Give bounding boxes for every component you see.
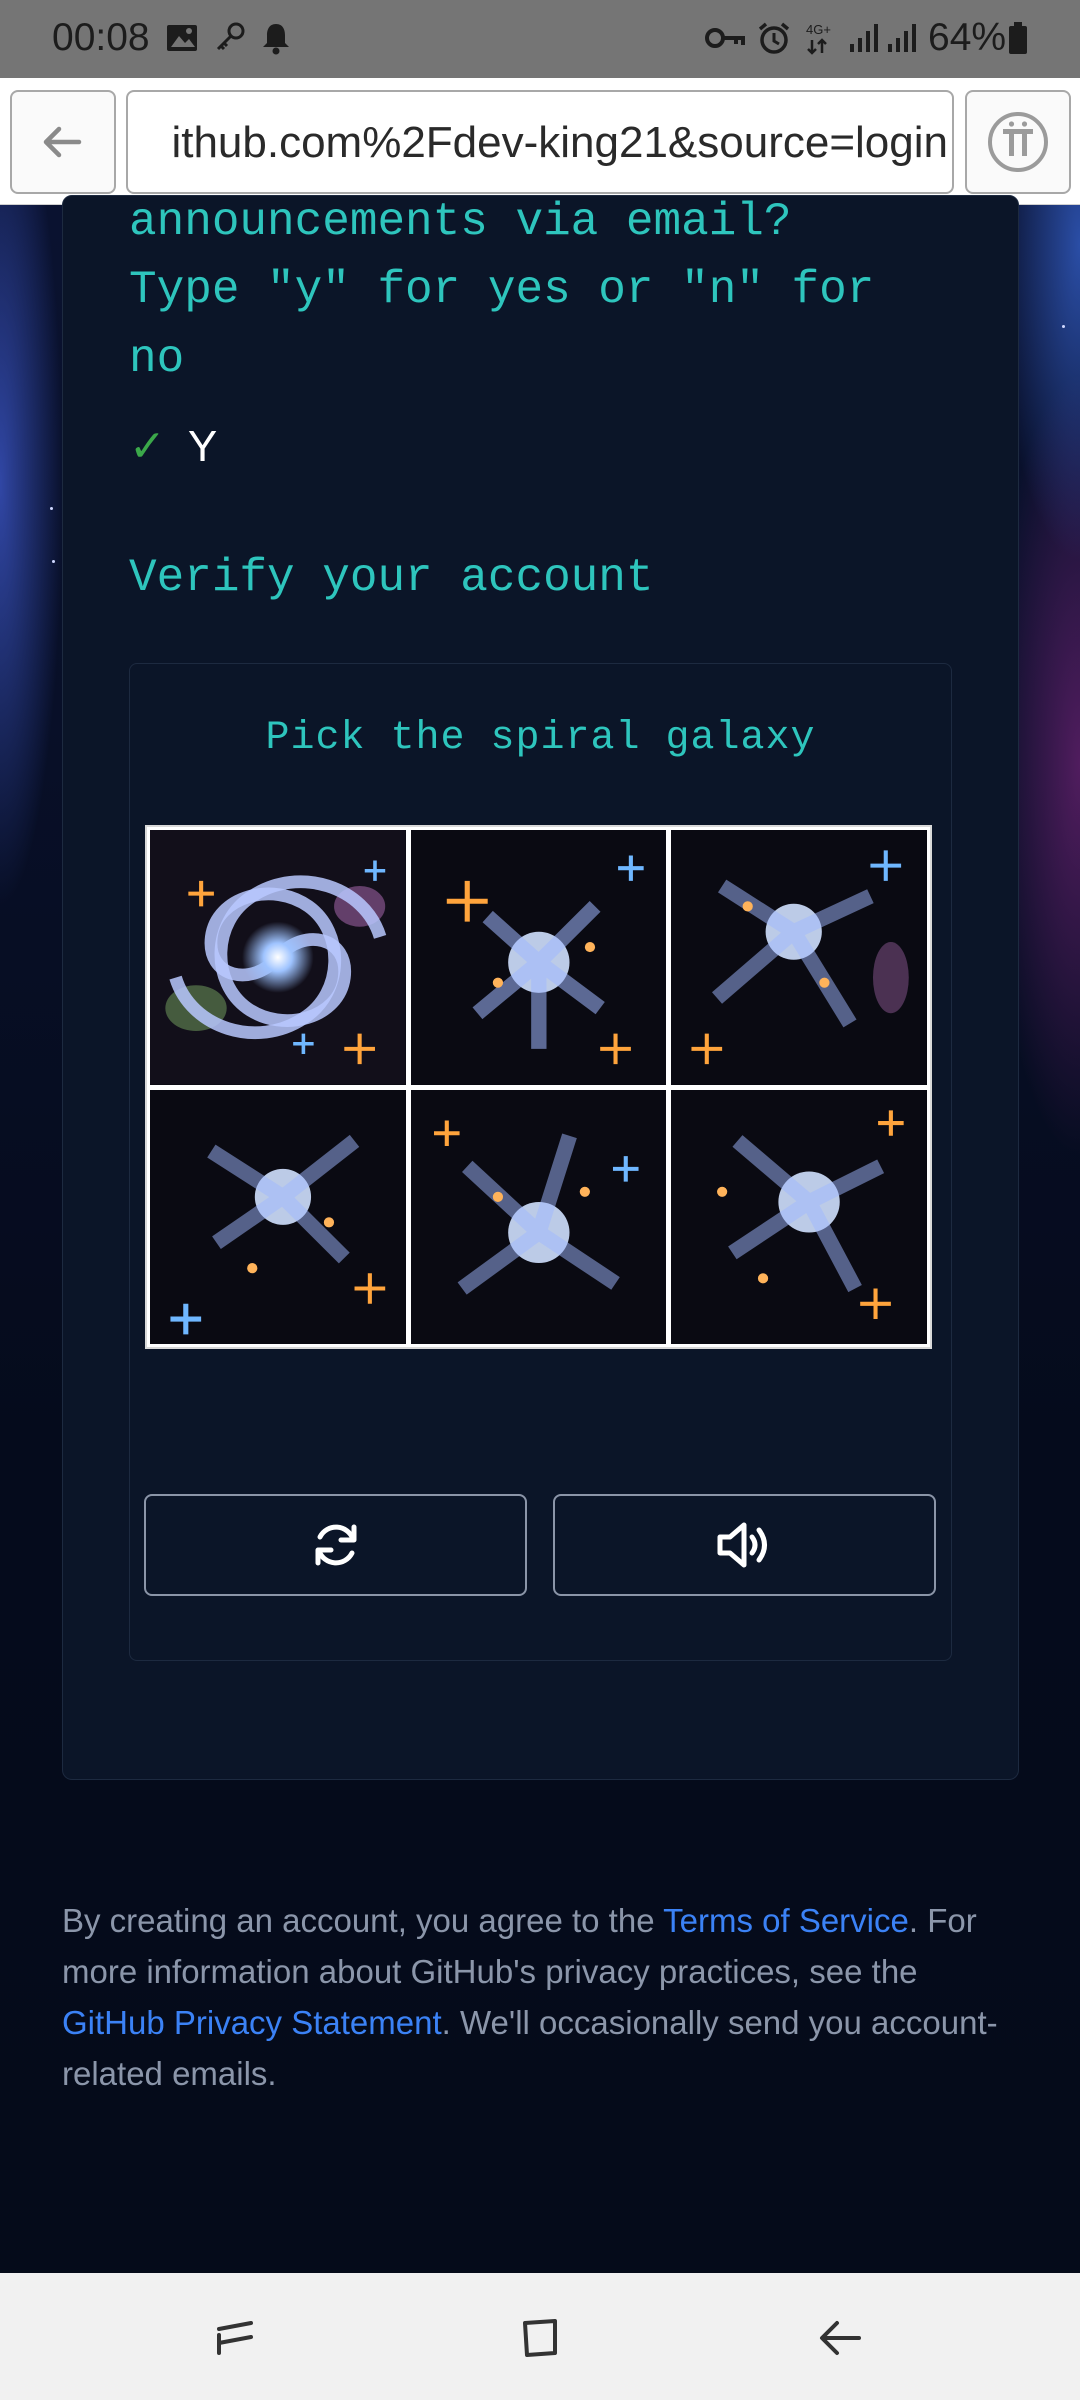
galaxy-option-6[interactable] bbox=[671, 1089, 927, 1344]
galaxy-image bbox=[410, 830, 667, 1085]
alarm-icon bbox=[758, 22, 790, 54]
galaxy-option-3[interactable] bbox=[671, 830, 927, 1085]
url-text: ithub.com%2Fdev-king21&source=login bbox=[171, 118, 948, 167]
galaxy-option-5[interactable] bbox=[410, 1089, 667, 1344]
galaxy-image bbox=[671, 1089, 927, 1344]
recent-apps-icon bbox=[217, 2321, 253, 2355]
key-icon bbox=[216, 22, 245, 51]
status-time: 00:08 bbox=[52, 16, 150, 59]
captcha-panel: Pick the spiral galaxy bbox=[129, 663, 952, 1661]
star-dot bbox=[50, 507, 53, 510]
pi-logo-icon bbox=[988, 112, 1048, 172]
star-dot bbox=[52, 560, 55, 563]
home-button[interactable] bbox=[505, 2303, 575, 2373]
captcha-audio-button[interactable] bbox=[553, 1494, 936, 1596]
page-background: announcements via email? Type "y" for ye… bbox=[0, 195, 1080, 2273]
prompt-text-line: announcements via email? bbox=[129, 196, 792, 248]
galaxy-image bbox=[150, 1089, 406, 1344]
privacy-statement-link[interactable]: GitHub Privacy Statement bbox=[62, 2004, 442, 2041]
signal-icon bbox=[888, 24, 916, 52]
galaxy-option-2[interactable] bbox=[410, 830, 667, 1085]
captcha-refresh-button[interactable] bbox=[144, 1494, 527, 1596]
network-4g-icon: 4G+ bbox=[806, 22, 831, 55]
captcha-image-grid bbox=[145, 825, 932, 1349]
signal-icon bbox=[850, 24, 878, 52]
status-bar: 00:08 4G+ 64% bbox=[0, 0, 1080, 78]
svg-text:4G+: 4G+ bbox=[806, 22, 831, 37]
browser-menu-button[interactable] bbox=[965, 90, 1071, 194]
legal-text: By creating an account, you agree to the bbox=[62, 1902, 664, 1939]
spiral-galaxy-image bbox=[150, 830, 406, 1085]
prompt-text-line: Type "y" for yes or "n" for bbox=[129, 264, 875, 316]
back-button[interactable] bbox=[805, 2303, 875, 2373]
browser-toolbar: ithub.com%2Fdev-king21&source=login bbox=[0, 78, 1080, 205]
galaxy-option-1[interactable] bbox=[150, 830, 406, 1085]
check-icon: ✓ bbox=[129, 422, 166, 471]
answer-value: Y bbox=[187, 422, 218, 471]
refresh-icon bbox=[315, 1524, 356, 1566]
captcha-question: Pick the spiral galaxy bbox=[265, 716, 816, 761]
notification-bell-icon bbox=[263, 24, 289, 55]
system-navigation-bar bbox=[0, 2273, 1080, 2400]
signup-card: announcements via email? Type "y" for ye… bbox=[62, 195, 1019, 1780]
home-icon bbox=[523, 2319, 557, 2357]
battery-percent: 64% bbox=[928, 16, 1007, 59]
address-bar[interactable]: ithub.com%2Fdev-king21&source=login bbox=[126, 90, 954, 194]
arrow-left-icon bbox=[43, 126, 82, 158]
back-icon bbox=[820, 2321, 861, 2355]
battery-icon bbox=[1009, 22, 1027, 54]
answer-row: ✓ Y bbox=[129, 421, 217, 472]
star-dot bbox=[1062, 325, 1065, 328]
galaxy-image bbox=[671, 830, 927, 1085]
terms-of-service-link[interactable]: Terms of Service bbox=[663, 1902, 909, 1939]
speaker-icon bbox=[717, 1522, 767, 1568]
browser-back-button[interactable] bbox=[10, 90, 116, 194]
image-icon bbox=[167, 25, 197, 51]
recent-apps-button[interactable] bbox=[201, 2303, 271, 2373]
galaxy-image bbox=[410, 1089, 667, 1344]
verify-heading: Verify your account bbox=[129, 552, 654, 604]
galaxy-option-4[interactable] bbox=[150, 1089, 406, 1344]
legal-notice: By creating an account, you agree to the… bbox=[62, 1895, 1022, 2099]
vpn-key-icon bbox=[705, 28, 745, 48]
prompt-text-line: no bbox=[129, 333, 185, 385]
